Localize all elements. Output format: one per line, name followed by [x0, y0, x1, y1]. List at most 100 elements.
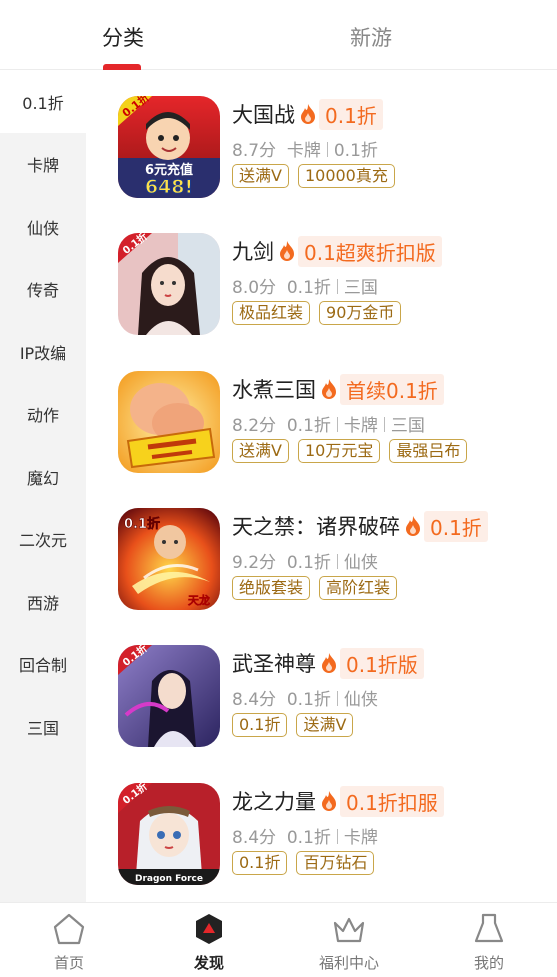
sidebar-item-three-kingdoms[interactable]: 三国: [0, 696, 86, 758]
game-meta: 9.2分 0.1折 仙侠: [232, 548, 378, 573]
sidebar-item-turn-based[interactable]: 回合制: [0, 633, 86, 695]
game-category: 三国: [343, 278, 378, 298]
game-score: 8.2分: [232, 416, 277, 436]
game-name: 天之禁：诸界破碎: [232, 515, 400, 539]
game-title-row: 龙之力量 0.1折扣服: [232, 785, 444, 817]
nav-label: 我的: [473, 954, 504, 972]
icon-number-text: 648!: [145, 176, 193, 198]
xianxia-woman-icon: 0.1折: [118, 645, 220, 747]
game-tag: 10000真充: [297, 164, 395, 188]
game-tags: 送满V 10万元宝 最强吕布: [232, 439, 468, 463]
game-list-item[interactable]: Dragon Force 0.1折 龙之力量 0.1折扣服 8.4分 0.1折卡…: [118, 783, 538, 887]
anime-girl-icon: Dragon Force 0.1折: [118, 783, 220, 885]
game-name: 九剑: [232, 240, 274, 264]
game-title-row: 水煮三国 首续0.1折: [232, 373, 444, 405]
game-tag: 送满V: [296, 713, 354, 737]
sidebar-item-xianxia[interactable]: 仙侠: [0, 196, 86, 258]
game-tag: 高阶红装: [319, 576, 398, 600]
fire-icon: [322, 791, 336, 811]
game-meta: 8.2分 0.1折 卡牌 三国: [232, 411, 425, 436]
discount-badge: 0.1折版: [340, 647, 424, 679]
separator: [383, 417, 385, 432]
fire-icon: [322, 379, 336, 399]
separator: [336, 279, 338, 294]
sidebar-item-card[interactable]: 卡牌: [0, 133, 86, 195]
sidebar-item-acg[interactable]: 二次元: [0, 508, 86, 570]
game-score: 8.7分: [232, 141, 277, 161]
tab-new-games[interactable]: 新游: [350, 22, 392, 52]
separator: [336, 829, 338, 844]
profile-icon: [474, 913, 504, 943]
discount-badge: 首续0.1折: [340, 373, 444, 405]
game-tag: 90万金币: [319, 301, 402, 325]
fire-icon: [280, 241, 294, 261]
game-category: 0.1折: [286, 690, 331, 710]
game-category: 0.1折: [333, 141, 378, 161]
discount-badge: 0.1折: [424, 510, 488, 542]
sidebar-item-legend[interactable]: 传奇: [0, 258, 86, 320]
nav-home[interactable]: 首页: [14, 903, 124, 977]
separator: [326, 142, 328, 157]
game-tag: 10万元宝: [297, 439, 381, 463]
game-meta: 8.7分 卡牌 0.1折: [232, 136, 378, 161]
game-category: 仙侠: [343, 690, 378, 710]
game-score: 9.2分: [232, 553, 277, 573]
game-category: 0.1折: [286, 828, 331, 848]
fire-monk-icon: 0.1折 天龙: [118, 508, 220, 610]
sidebar-item-journey-west[interactable]: 西游: [0, 571, 86, 633]
tab-active-indicator: [103, 64, 141, 70]
nav-welfare[interactable]: 福利中心: [294, 903, 404, 977]
game-category: 三国: [390, 416, 425, 436]
game-list-item[interactable]: 水煮三国 首续0.1折 8.2分 0.1折 卡牌 三国 送满V 10万元宝 最强吕布: [118, 371, 538, 475]
game-tag: 绝版套装: [232, 576, 311, 600]
tab-category[interactable]: 分类: [102, 22, 144, 52]
game-tag: 0.1折: [232, 713, 288, 737]
game-name: 武圣神尊: [232, 652, 316, 676]
discount-badge: 0.1超爽折扣版: [298, 235, 442, 267]
game-meta: 8.0分 0.1折 三国: [232, 273, 378, 298]
discover-icon: [196, 914, 222, 944]
nav-discover[interactable]: 发现: [154, 903, 264, 977]
game-category: 卡牌: [286, 141, 321, 161]
game-title-row: 武圣神尊 0.1折版: [232, 647, 424, 679]
game-name: 龙之力量: [232, 790, 316, 814]
sidebar-item-ip[interactable]: IP改编: [0, 321, 86, 383]
game-tags: 极品红装 90万金币: [232, 301, 402, 325]
game-list-item[interactable]: 0.1折 九剑 0.1超爽折扣版 8.0分 0.1折 三国 极品红装 90万金币: [118, 233, 538, 337]
game-category: 卡牌: [343, 416, 378, 436]
game-meta: 8.4分 0.1折 卡牌: [232, 823, 378, 848]
nav-profile[interactable]: 我的: [434, 903, 544, 977]
game-name: 大国战: [232, 103, 295, 127]
game-tag: 0.1折: [232, 851, 288, 875]
home-icon: [53, 913, 85, 945]
game-tag: 百万钻石: [296, 851, 375, 875]
fire-icon: [301, 104, 315, 124]
icon-mark-text: 天龙: [188, 593, 210, 607]
game-list-item[interactable]: 0.1折 武圣神尊 0.1折版 8.4分 0.1折 仙侠 0.1折 送满V: [118, 645, 538, 749]
game-category: 仙侠: [343, 553, 378, 573]
game-list-item[interactable]: 0.1折 天龙 天之禁：诸界破碎 0.1折 9.2分 0.1折 仙侠 绝版套装 高…: [118, 508, 538, 612]
game-tag: 极品红装: [232, 301, 311, 325]
sidebar-item-action[interactable]: 动作: [0, 383, 86, 445]
game-title-row: 大国战 0.1折: [232, 98, 383, 130]
game-category: 0.1折: [286, 553, 331, 573]
sidebar-item-fantasy[interactable]: 魔幻: [0, 446, 86, 508]
game-tag: 送满V: [232, 439, 289, 463]
game-category: 0.1折: [286, 278, 331, 298]
game-meta: 8.4分 0.1折 仙侠: [232, 685, 378, 710]
game-title-row: 天之禁：诸界破碎 0.1折: [232, 510, 488, 542]
game-tags: 绝版套装 高阶红装: [232, 576, 398, 600]
bottom-nav: 首页 发现 福利中心 我的: [0, 902, 557, 976]
separator: [336, 417, 338, 432]
game-list-item[interactable]: 0.1折 6元充值 648! 大国战 0.1折 8.7分 卡牌 0.1折 送满V …: [118, 96, 538, 200]
category-sidebar: 0.1折 卡牌 仙侠 传奇 IP改编 动作 魔幻 二次元 西游 回合制 三国: [0, 71, 86, 902]
sidebar-item-discount[interactable]: 0.1折: [0, 71, 86, 133]
top-tab-bar: 分类 新游: [0, 0, 557, 70]
nav-label: 首页: [53, 954, 84, 972]
icon-caption-text: Dragon Force: [135, 874, 203, 884]
game-score: 8.4分: [232, 690, 277, 710]
game-title-row: 九剑 0.1超爽折扣版: [232, 235, 442, 267]
game-tag: 送满V: [232, 164, 289, 188]
separator: [336, 554, 338, 569]
discount-badge: 0.1折扣服: [340, 785, 444, 817]
